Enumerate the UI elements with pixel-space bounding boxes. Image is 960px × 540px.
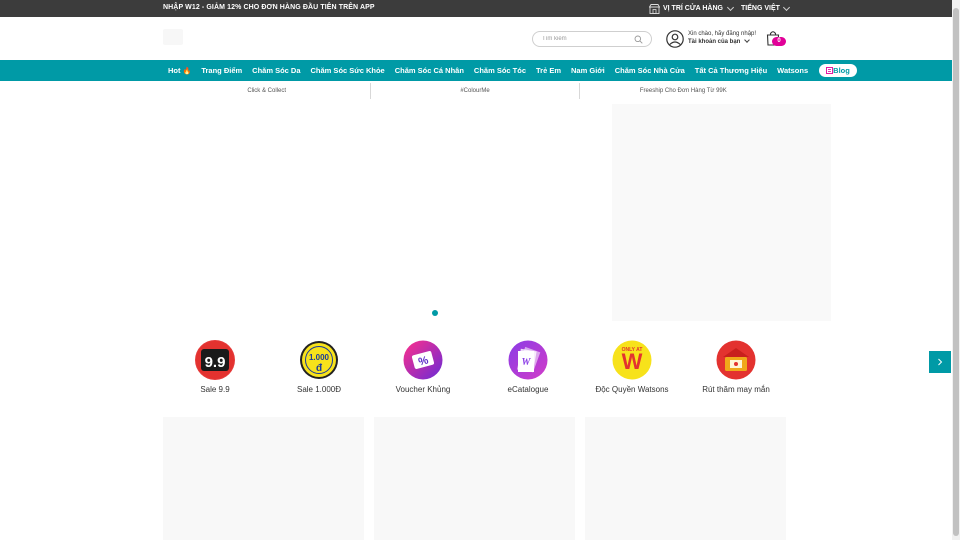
quick-link-lucky-draw[interactable]: Rút thăm may mắn bbox=[686, 340, 786, 400]
nav-item-hot[interactable]: Hot 🔥 bbox=[163, 60, 196, 82]
nav-item-label: Hot bbox=[168, 65, 181, 75]
nav-item-watsons[interactable]: Watsons bbox=[772, 60, 813, 81]
quick-link-voucher[interactable]: % Voucher Khủng bbox=[373, 340, 473, 400]
store-icon bbox=[649, 3, 660, 14]
lucky-draw-icon bbox=[716, 340, 756, 380]
user-icon bbox=[666, 30, 684, 48]
quick-link-label: eCatalogue bbox=[507, 385, 549, 394]
sale-9-9-icon: 9.9 bbox=[195, 340, 235, 380]
sale-1000-icon: 1.000 đ bbox=[299, 340, 339, 380]
blog-label: Blog bbox=[833, 66, 850, 75]
usp-strip: Click & Collect #ColourMe Freeship Cho Đ… bbox=[163, 83, 787, 99]
quick-link-sale-1000[interactable]: 1.000 đ Sale 1.000Đ bbox=[269, 340, 369, 400]
store-locator-label: VỊ TRÍ CỬA HÀNG bbox=[663, 5, 723, 12]
greeting-text: Xin chào, hãy đăng nhập! bbox=[688, 31, 757, 37]
quick-link-label: Sale 9.9 bbox=[200, 385, 230, 394]
quick-link-label: Voucher Khủng bbox=[395, 385, 451, 394]
nav-item-home-care[interactable]: Chăm Sóc Nhà Cửa bbox=[610, 60, 690, 81]
usp-colourme[interactable]: #ColourMe bbox=[370, 83, 578, 99]
sale-9-9-badge: 9.9 bbox=[205, 354, 226, 371]
logo[interactable] bbox=[163, 29, 183, 45]
top-promo-bar: NHẬP W12 - GIẢM 12% CHO ĐƠN HÀNG ĐẦU TIÊ… bbox=[0, 0, 952, 17]
promo-text[interactable]: NHẬP W12 - GIẢM 12% CHO ĐƠN HÀNG ĐẦU TIÊ… bbox=[163, 4, 375, 11]
watsons-exclusive-icon: W ONLY AT bbox=[612, 340, 652, 380]
nav-item-health[interactable]: Chăm Sóc Sức Khỏe bbox=[306, 60, 390, 81]
account-menu[interactable]: Xin chào, hãy đăng nhập! Tài khoản của b… bbox=[666, 29, 766, 51]
svg-text:đ: đ bbox=[316, 363, 323, 374]
carousel-next-button[interactable] bbox=[929, 351, 951, 373]
quick-link-label: Sale 1.000Đ bbox=[296, 385, 342, 394]
site-header: Xin chào, hãy đăng nhập! Tài khoản của b… bbox=[0, 17, 952, 60]
usp-freeship[interactable]: Freeship Cho Đơn Hàng Từ 99K bbox=[578, 83, 787, 99]
promo-card-placeholder[interactable] bbox=[374, 417, 575, 540]
hero-banner-image[interactable] bbox=[612, 104, 831, 321]
chevron-right-icon bbox=[938, 358, 943, 366]
account-link[interactable]: Tài khoản của bạn bbox=[688, 37, 751, 45]
account-label: Tài khoản của bạn bbox=[688, 39, 741, 45]
svg-text:ONLY AT: ONLY AT bbox=[622, 347, 643, 353]
chevron-down-icon bbox=[782, 3, 790, 11]
nav-item-kids[interactable]: Trẻ Em bbox=[531, 60, 566, 81]
quick-link-ecatalogue[interactable]: W eCatalogue bbox=[478, 340, 578, 400]
cart-button[interactable]: 0 bbox=[766, 30, 788, 50]
chevron-down-icon bbox=[726, 3, 735, 11]
quick-link-label: Rút thăm may mắn bbox=[702, 385, 770, 394]
main-nav: Hot 🔥 Trang Điểm Chăm Sóc Da Chăm Sóc Sứ… bbox=[0, 60, 952, 81]
store-locator-link[interactable]: VỊ TRÍ CỬA HÀNG bbox=[649, 2, 735, 15]
ecatalogue-badge: W bbox=[522, 357, 532, 368]
carousel-dot[interactable] bbox=[432, 310, 438, 316]
flame-icon: 🔥 bbox=[182, 67, 192, 75]
nav-item-skincare[interactable]: Chăm Sóc Da bbox=[247, 60, 305, 81]
cart-count-badge: 0 bbox=[772, 37, 786, 46]
search-icon[interactable] bbox=[634, 35, 643, 44]
nav-item-personal-care[interactable]: Chăm Sóc Cá Nhân bbox=[390, 60, 469, 81]
voucher-icon: % bbox=[403, 340, 443, 380]
quick-link-sale-9-9[interactable]: 9.9 Sale 9.9 bbox=[165, 340, 265, 400]
search-input[interactable] bbox=[542, 34, 632, 44]
ecatalogue-icon: W bbox=[508, 340, 548, 380]
nav-item-all-brands[interactable]: Tất Cả Thương Hiệu bbox=[690, 60, 772, 81]
scrollbar-thumb[interactable] bbox=[953, 8, 959, 536]
promo-card-placeholder[interactable] bbox=[163, 417, 364, 540]
blog-button[interactable]: Blog bbox=[819, 64, 857, 77]
sale-1000-badge: 1.000 bbox=[309, 353, 330, 362]
nav-item-men[interactable]: Nam Giới bbox=[566, 60, 610, 81]
promo-card-placeholder[interactable] bbox=[585, 417, 786, 540]
search-box bbox=[532, 31, 652, 47]
nav-item-haircare[interactable]: Chăm Sóc Tóc bbox=[469, 60, 531, 81]
chevron-down-icon bbox=[744, 37, 751, 43]
page-scrollbar[interactable] bbox=[952, 0, 960, 540]
quick-link-label: Độc Quyền Watsons bbox=[595, 385, 669, 394]
usp-click-collect[interactable]: Click & Collect bbox=[163, 83, 370, 99]
nav-item-makeup[interactable]: Trang Điểm bbox=[196, 60, 247, 81]
language-selector[interactable]: TIẾNG VIỆT bbox=[741, 2, 790, 15]
quick-link-watsons-exclusive[interactable]: W ONLY AT Độc Quyền Watsons bbox=[582, 340, 682, 400]
language-label: TIẾNG VIỆT bbox=[741, 5, 780, 12]
